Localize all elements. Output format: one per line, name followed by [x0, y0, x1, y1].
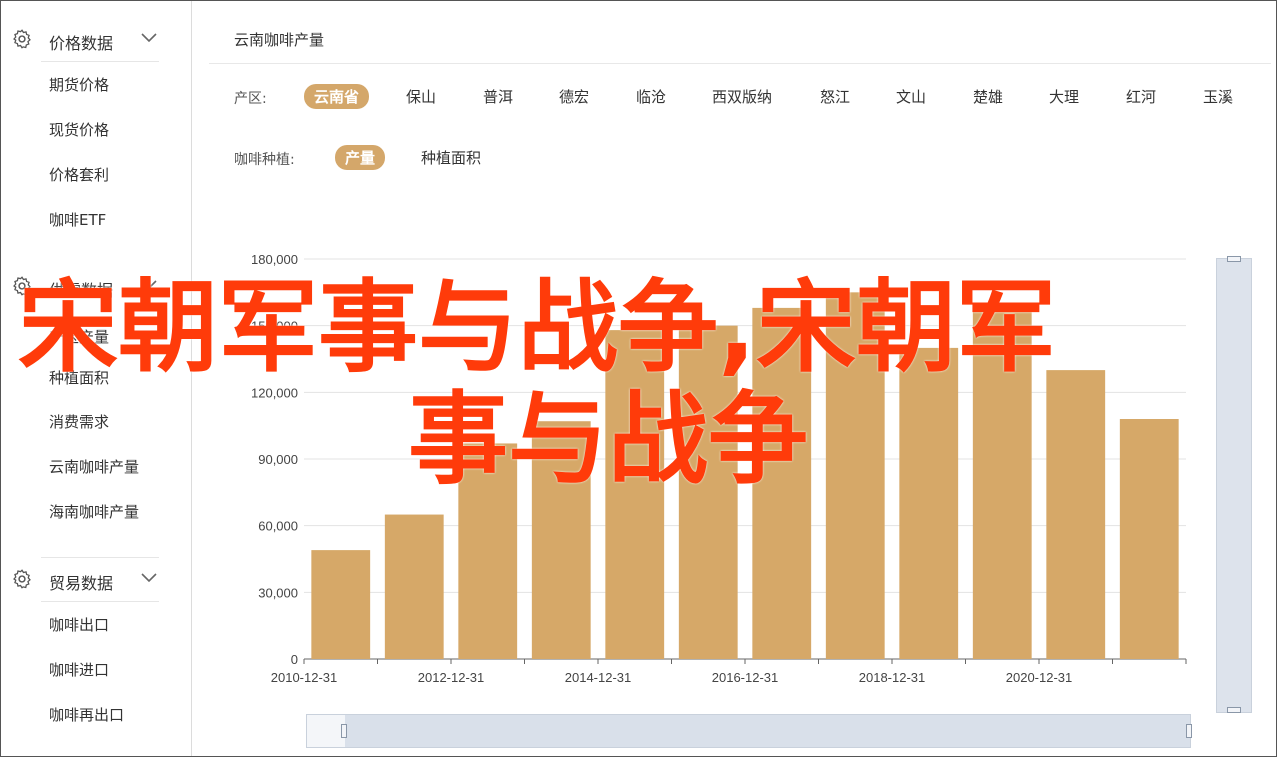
sidebar-item-consumption[interactable]: 消费需求 [49, 411, 109, 432]
region-chip-baoshan[interactable]: 保山 [406, 86, 436, 107]
bar [458, 443, 518, 659]
x-tick-label: 2020-12-31 [1006, 670, 1073, 685]
sidebar-item-region-output[interactable]: 产区产量 [49, 326, 109, 347]
slider-handle-right[interactable] [1186, 724, 1192, 738]
bar [531, 421, 591, 659]
gear-icon [13, 276, 31, 296]
region-filter-label: 产区: [234, 91, 267, 107]
bar [899, 347, 959, 659]
sidebar-section-title: 供需数据 [49, 281, 114, 300]
y-tick-label: 180,000 [251, 252, 298, 267]
page-title: 云南咖啡产量 [234, 31, 325, 49]
bar [1119, 419, 1179, 659]
bar [1046, 370, 1106, 659]
sidebar-section-title: 价格数据 [49, 34, 114, 53]
sidebar: 价格数据 期货价格 现货价格 价格套利 咖啡ETF 供需数据 产区产量 种植面积… [1, 1, 192, 756]
region-chip-yunnan[interactable]: 云南省 [304, 84, 370, 109]
slider-handle-top[interactable] [1227, 256, 1241, 262]
divider [41, 601, 159, 602]
divider [41, 557, 159, 558]
x-tick-label: 2016-12-31 [712, 670, 779, 685]
region-chip-dehong[interactable]: 德宏 [559, 86, 589, 107]
gear-icon [13, 29, 31, 49]
sidebar-item-yunnan-output[interactable]: 云南咖啡产量 [49, 456, 139, 477]
gear-icon [13, 569, 31, 589]
bar [605, 330, 665, 659]
x-tick-label: 2010-12-31 [271, 670, 338, 685]
sidebar-section-supply-demand[interactable]: 供需数据 [1, 266, 191, 306]
sidebar-section-price[interactable]: 价格数据 [1, 19, 191, 59]
bar [972, 307, 1032, 659]
x-tick-label: 2018-12-31 [859, 670, 926, 685]
region-chip-lincang[interactable]: 临沧 [636, 86, 666, 107]
region-chip-nujiang[interactable]: 怒江 [820, 86, 850, 107]
divider [209, 63, 1271, 64]
sidebar-item-hainan-output[interactable]: 海南咖啡产量 [49, 501, 139, 522]
vertical-zoom-slider[interactable] [1216, 256, 1252, 713]
x-tick-label: 2012-12-31 [418, 670, 485, 685]
region-chip-yuxi[interactable]: 玉溪 [1203, 86, 1233, 107]
y-tick-label: 60,000 [258, 519, 298, 534]
slider-handle-left[interactable] [341, 724, 347, 738]
region-chip-xishuangbanna[interactable]: 西双版纳 [712, 86, 772, 107]
sidebar-item-coffee-reexport[interactable]: 咖啡再出口 [49, 704, 124, 725]
bar [825, 292, 885, 659]
y-tick-label: 90,000 [258, 452, 298, 467]
planting-chip-area[interactable]: 种植面积 [421, 147, 481, 168]
chevron-down-icon[interactable] [140, 31, 158, 45]
sidebar-section-trade[interactable]: 贸易数据 [1, 559, 191, 599]
slider-handle-bottom[interactable] [1227, 707, 1241, 713]
sidebar-item-coffee-etf[interactable]: 咖啡ETF [49, 209, 106, 230]
sidebar-item-price-arbitrage[interactable]: 价格套利 [49, 164, 109, 185]
y-tick-label: 30,000 [258, 585, 298, 600]
divider [41, 61, 159, 62]
region-chip-puer[interactable]: 普洱 [483, 86, 513, 107]
slider-range [345, 715, 1190, 747]
planting-filter-label: 咖啡种植: [234, 152, 295, 168]
y-tick-label: 0 [291, 652, 298, 667]
sidebar-item-planting-area[interactable]: 种植面积 [49, 367, 109, 388]
region-chip-wenshan[interactable]: 文山 [896, 86, 926, 107]
sidebar-item-coffee-import[interactable]: 咖啡进口 [49, 659, 109, 680]
region-chip-honghe[interactable]: 红河 [1126, 86, 1156, 107]
planting-chip-output[interactable]: 产量 [335, 145, 386, 170]
sidebar-section-title: 贸易数据 [49, 574, 114, 593]
y-tick-label: 120,000 [251, 385, 298, 400]
horizontal-zoom-slider[interactable] [306, 714, 1192, 748]
bar-chart: 0 30,000 60,000 90,000 120,000 150,000 180,000… [251, 252, 1187, 685]
chevron-down-icon[interactable] [140, 571, 158, 585]
sidebar-item-spot-price[interactable]: 现货价格 [49, 119, 109, 140]
region-chip-chuxiong[interactable]: 楚雄 [973, 86, 1003, 107]
x-tick-label: 2014-12-31 [565, 670, 632, 685]
y-tick-label: 150,000 [251, 319, 298, 334]
bar [752, 307, 812, 659]
chevron-down-icon[interactable] [140, 278, 158, 292]
sidebar-item-futures-price[interactable]: 期货价格 [49, 74, 109, 95]
bar [311, 550, 371, 659]
bar [384, 514, 444, 659]
region-chip-dali[interactable]: 大理 [1049, 86, 1079, 107]
bar [678, 325, 738, 659]
sidebar-item-coffee-export[interactable]: 咖啡出口 [49, 614, 109, 635]
